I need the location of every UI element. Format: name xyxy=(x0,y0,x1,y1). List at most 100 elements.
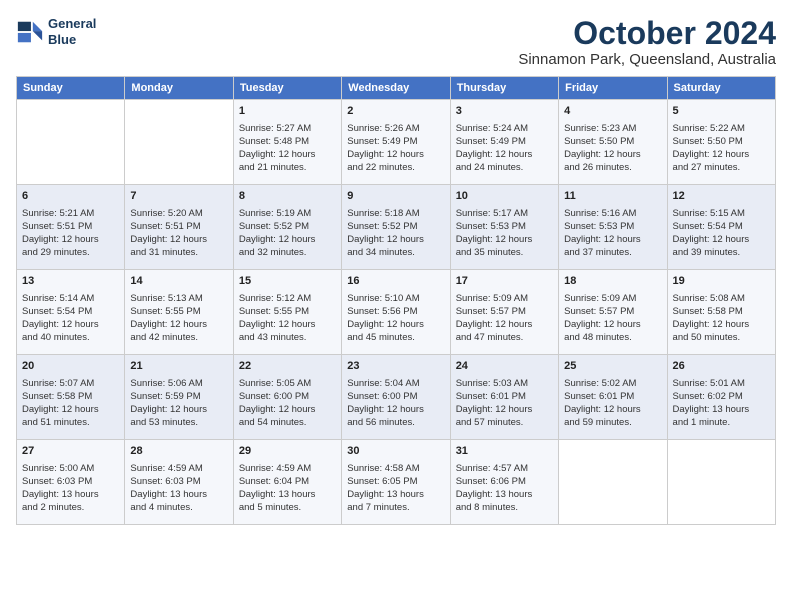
day-number: 5 xyxy=(673,104,770,119)
day-number: 11 xyxy=(564,189,661,204)
day-detail: Sunrise: 5:22 AM Sunset: 5:50 PM Dayligh… xyxy=(673,122,770,175)
cell-w5-d2: 29Sunrise: 4:59 AM Sunset: 6:04 PM Dayli… xyxy=(233,440,341,525)
cell-w2-d2: 8Sunrise: 5:19 AM Sunset: 5:52 PM Daylig… xyxy=(233,185,341,270)
day-detail: Sunrise: 5:05 AM Sunset: 6:00 PM Dayligh… xyxy=(239,377,336,430)
location-title: Sinnamon Park, Queensland, Australia xyxy=(518,51,776,68)
cell-w3-d6: 19Sunrise: 5:08 AM Sunset: 5:58 PM Dayli… xyxy=(667,270,775,355)
header: General Blue October 2024 Sinnamon Park,… xyxy=(16,16,776,68)
day-detail: Sunrise: 5:04 AM Sunset: 6:00 PM Dayligh… xyxy=(347,377,444,430)
cell-w2-d6: 12Sunrise: 5:15 AM Sunset: 5:54 PM Dayli… xyxy=(667,185,775,270)
calendar-body: 1 Sunrise: 5:27 AM Sunset: 5:48 PM Daylig… xyxy=(17,100,776,525)
cell-w2-d4: 10Sunrise: 5:17 AM Sunset: 5:53 PM Dayli… xyxy=(450,185,558,270)
logo: General Blue xyxy=(16,16,96,47)
cell-w2-d0: 6 Sunrise: 5:21 AM Sunset: 5:51 PM Daylig… xyxy=(17,185,125,270)
day-number: 3 xyxy=(456,104,553,119)
day-number: 21 xyxy=(130,359,227,374)
day-detail: Sunrise: 5:07 AM Sunset: 5:58 PM Dayligh… xyxy=(22,377,119,430)
day-number: 10 xyxy=(456,189,553,204)
title-block: October 2024 Sinnamon Park, Queensland, … xyxy=(518,16,776,68)
cell-w3-d0: 13 Sunrise: 5:14 AM Sunset: 5:54 PM Dayli… xyxy=(17,270,125,355)
cell-w5-d4: 31 Sunrise: 4:57 AM Sunset: 6:06 PM Dayli… xyxy=(450,440,558,525)
week-row-3: 13 Sunrise: 5:14 AM Sunset: 5:54 PM Dayli… xyxy=(17,270,776,355)
day-number: 31 xyxy=(456,444,553,459)
col-sunday: Sunday xyxy=(17,77,125,100)
day-detail: Sunrise: 5:16 AM Sunset: 5:53 PM Dayligh… xyxy=(564,207,661,260)
day-number: 9 xyxy=(347,189,444,204)
cell-w2-d3: 9 Sunrise: 5:18 AM Sunset: 5:52 PM Daylig… xyxy=(342,185,450,270)
calendar-table: Sunday Monday Tuesday Wednesday Thursday… xyxy=(16,76,776,525)
cell-w2-d1: 7 Sunrise: 5:20 AM Sunset: 5:51 PM Daylig… xyxy=(125,185,233,270)
day-detail: Sunrise: 5:00 AM Sunset: 6:03 PM Dayligh… xyxy=(22,462,119,515)
day-detail: Sunrise: 5:18 AM Sunset: 5:52 PM Dayligh… xyxy=(347,207,444,260)
cell-w4-d1: 21 Sunrise: 5:06 AM Sunset: 5:59 PM Dayli… xyxy=(125,355,233,440)
col-friday: Friday xyxy=(559,77,667,100)
cell-w3-d1: 14Sunrise: 5:13 AM Sunset: 5:55 PM Dayli… xyxy=(125,270,233,355)
day-detail: Sunrise: 5:23 AM Sunset: 5:50 PM Dayligh… xyxy=(564,122,661,175)
day-detail: Sunrise: 5:01 AM Sunset: 6:02 PM Dayligh… xyxy=(673,377,770,430)
col-saturday: Saturday xyxy=(667,77,775,100)
day-detail: Sunrise: 5:13 AM Sunset: 5:55 PM Dayligh… xyxy=(130,292,227,345)
cell-w3-d2: 15 Sunrise: 5:12 AM Sunset: 5:55 PM Dayli… xyxy=(233,270,341,355)
day-number: 18 xyxy=(564,274,661,289)
day-detail: Sunrise: 5:24 AM Sunset: 5:49 PM Dayligh… xyxy=(456,122,553,175)
day-number: 25 xyxy=(564,359,661,374)
cell-w5-d3: 30Sunrise: 4:58 AM Sunset: 6:05 PM Dayli… xyxy=(342,440,450,525)
cell-w1-d5: 4 Sunrise: 5:23 AM Sunset: 5:50 PM Daylig… xyxy=(559,100,667,185)
day-detail: Sunrise: 4:57 AM Sunset: 6:06 PM Dayligh… xyxy=(456,462,553,515)
day-detail: Sunrise: 5:21 AM Sunset: 5:51 PM Dayligh… xyxy=(22,207,119,260)
cell-w5-d1: 28 Sunrise: 4:59 AM Sunset: 6:03 PM Dayli… xyxy=(125,440,233,525)
logo-text: General Blue xyxy=(48,16,96,47)
day-number: 2 xyxy=(347,104,444,119)
cell-w4-d3: 23Sunrise: 5:04 AM Sunset: 6:00 PM Dayli… xyxy=(342,355,450,440)
col-tuesday: Tuesday xyxy=(233,77,341,100)
calendar-header: Sunday Monday Tuesday Wednesday Thursday… xyxy=(17,77,776,100)
header-row: Sunday Monday Tuesday Wednesday Thursday… xyxy=(17,77,776,100)
logo-icon xyxy=(16,18,44,46)
week-row-1: 1 Sunrise: 5:27 AM Sunset: 5:48 PM Daylig… xyxy=(17,100,776,185)
cell-w3-d5: 18 Sunrise: 5:09 AM Sunset: 5:57 PM Dayli… xyxy=(559,270,667,355)
day-detail: Sunrise: 5:12 AM Sunset: 5:55 PM Dayligh… xyxy=(239,292,336,345)
cell-w3-d3: 16Sunrise: 5:10 AM Sunset: 5:56 PM Dayli… xyxy=(342,270,450,355)
day-detail: Sunrise: 5:06 AM Sunset: 5:59 PM Dayligh… xyxy=(130,377,227,430)
day-detail: Sunrise: 5:09 AM Sunset: 5:57 PM Dayligh… xyxy=(564,292,661,345)
week-row-4: 20 Sunrise: 5:07 AM Sunset: 5:58 PM Dayli… xyxy=(17,355,776,440)
day-detail: Sunrise: 5:03 AM Sunset: 6:01 PM Dayligh… xyxy=(456,377,553,430)
day-detail: Sunrise: 5:14 AM Sunset: 5:54 PM Dayligh… xyxy=(22,292,119,345)
day-detail: Sunrise: 4:58 AM Sunset: 6:05 PM Dayligh… xyxy=(347,462,444,515)
cell-w1-d3: 2 Sunrise: 5:26 AM Sunset: 5:49 PM Daylig… xyxy=(342,100,450,185)
day-number: 28 xyxy=(130,444,227,459)
cell-w1-d1 xyxy=(125,100,233,185)
day-number: 6 xyxy=(22,189,119,204)
day-number: 12 xyxy=(673,189,770,204)
day-number: 4 xyxy=(564,104,661,119)
month-title: October 2024 xyxy=(518,16,776,51)
cell-w1-d0 xyxy=(17,100,125,185)
cell-w5-d5 xyxy=(559,440,667,525)
day-detail: Sunrise: 5:10 AM Sunset: 5:56 PM Dayligh… xyxy=(347,292,444,345)
day-detail: Sunrise: 4:59 AM Sunset: 6:03 PM Dayligh… xyxy=(130,462,227,515)
col-thursday: Thursday xyxy=(450,77,558,100)
day-number: 27 xyxy=(22,444,119,459)
logo-line1: General xyxy=(48,16,96,32)
cell-w5-d0: 27 Sunrise: 5:00 AM Sunset: 6:03 PM Dayli… xyxy=(17,440,125,525)
week-row-2: 6 Sunrise: 5:21 AM Sunset: 5:51 PM Daylig… xyxy=(17,185,776,270)
day-detail: Sunrise: 5:09 AM Sunset: 5:57 PM Dayligh… xyxy=(456,292,553,345)
day-number: 20 xyxy=(22,359,119,374)
cell-w1-d4: 3 Sunrise: 5:24 AM Sunset: 5:49 PM Daylig… xyxy=(450,100,558,185)
day-detail: Sunrise: 5:02 AM Sunset: 6:01 PM Dayligh… xyxy=(564,377,661,430)
week-row-5: 27 Sunrise: 5:00 AM Sunset: 6:03 PM Dayli… xyxy=(17,440,776,525)
day-number: 15 xyxy=(239,274,336,289)
day-number: 13 xyxy=(22,274,119,289)
day-number: 19 xyxy=(673,274,770,289)
cell-w1-d6: 5 Sunrise: 5:22 AM Sunset: 5:50 PM Daylig… xyxy=(667,100,775,185)
day-number: 1 xyxy=(239,104,336,119)
day-number: 7 xyxy=(130,189,227,204)
cell-w5-d6 xyxy=(667,440,775,525)
day-detail: Sunrise: 5:20 AM Sunset: 5:51 PM Dayligh… xyxy=(130,207,227,260)
day-detail: Sunrise: 5:26 AM Sunset: 5:49 PM Dayligh… xyxy=(347,122,444,175)
day-number: 22 xyxy=(239,359,336,374)
logo-line2: Blue xyxy=(48,32,96,48)
day-number: 29 xyxy=(239,444,336,459)
day-detail: Sunrise: 5:19 AM Sunset: 5:52 PM Dayligh… xyxy=(239,207,336,260)
day-detail: Sunrise: 5:27 AM Sunset: 5:48 PM Dayligh… xyxy=(239,122,336,175)
